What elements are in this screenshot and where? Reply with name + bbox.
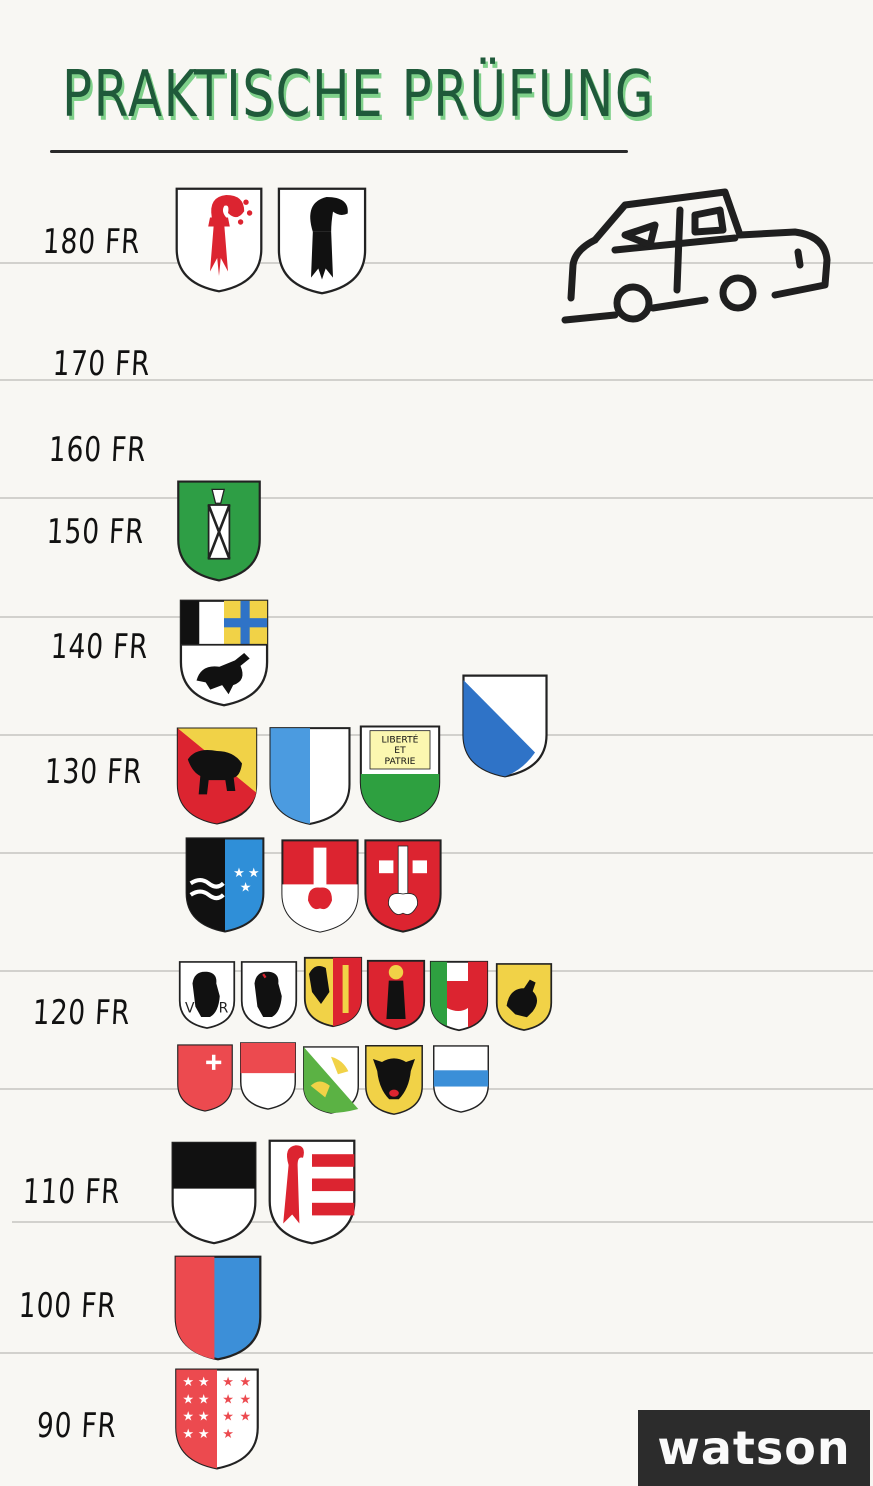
price-label: 170 FR <box>51 344 152 384</box>
svg-text:★: ★ <box>182 1375 194 1390</box>
lucerne-crest <box>269 727 351 825</box>
logo-text: watson <box>657 1421 851 1475</box>
svg-text:★: ★ <box>240 1392 252 1407</box>
svg-text:V: V <box>185 1000 195 1016</box>
svg-text:★: ★ <box>222 1375 234 1390</box>
rule-line <box>12 1221 873 1223</box>
uri-crest <box>365 1045 423 1115</box>
basel-landschaft-crest <box>175 187 263 293</box>
appenzell-innerrhoden-crest <box>240 961 298 1029</box>
svg-text:★: ★ <box>240 1410 252 1425</box>
valais-crest: ★ ★ ★ ★ ★ ★ ★ ★ ★ ★ ★ ★ ★ ★ ★ <box>175 1368 259 1470</box>
st-gallen-crest <box>177 480 261 582</box>
svg-text:★: ★ <box>233 866 245 881</box>
price-label: 110 FR <box>21 1172 122 1212</box>
page-title: PRAKTISCHE PRÜFUNG <box>62 58 656 132</box>
title-underline <box>50 150 628 153</box>
price-label: 100 FR <box>17 1286 118 1326</box>
geneva-crest <box>303 956 363 1028</box>
schwyz-crest <box>177 1044 233 1112</box>
thurgau-crest <box>303 1046 359 1114</box>
ticino-crest <box>429 960 489 1032</box>
price-label: 150 FR <box>45 512 146 552</box>
svg-text:★: ★ <box>198 1392 210 1407</box>
svg-text:ET: ET <box>394 745 406 756</box>
basel-stadt-crest <box>277 187 367 295</box>
watson-logo: watson <box>638 1410 870 1486</box>
price-label: 120 FR <box>31 993 132 1033</box>
svg-text:★: ★ <box>240 881 252 896</box>
zurich-crest <box>462 674 548 778</box>
zug-crest <box>433 1045 489 1113</box>
schaffhausen-crest <box>495 963 553 1031</box>
glarus-crest <box>366 959 426 1031</box>
solothurn-crest <box>240 1042 296 1110</box>
svg-text:LIBERTÉ: LIBERTÉ <box>382 733 419 745</box>
svg-text:★: ★ <box>222 1427 234 1442</box>
car-drawing <box>561 188 831 324</box>
svg-text:★: ★ <box>248 866 260 881</box>
svg-text:★: ★ <box>240 1375 252 1390</box>
svg-text:★: ★ <box>198 1410 210 1425</box>
svg-text:★: ★ <box>198 1375 210 1390</box>
svg-text:★: ★ <box>222 1410 234 1425</box>
svg-text:★: ★ <box>182 1392 194 1407</box>
vaud-crest: LIBERTÉ ET PATRIE <box>359 725 441 823</box>
svg-text:★: ★ <box>182 1410 194 1425</box>
rule-line <box>0 497 873 499</box>
price-label: 90 FR <box>35 1406 118 1446</box>
price-label: 160 FR <box>47 430 148 470</box>
fribourg-crest <box>171 1141 257 1245</box>
aargau-crest: ★ ★ ★ <box>185 837 265 933</box>
bern-crest <box>176 727 258 825</box>
price-label: 130 FR <box>43 752 144 792</box>
price-label: 180 FR <box>41 222 142 262</box>
rule-line <box>0 1352 873 1354</box>
svg-text:★: ★ <box>182 1427 194 1442</box>
jura-crest <box>268 1139 356 1245</box>
svg-text:★: ★ <box>198 1427 210 1442</box>
svg-text:PATRIE: PATRIE <box>385 756 416 767</box>
neuchatel-crest <box>174 1255 262 1361</box>
nidwalden-crest <box>364 839 442 933</box>
graubuenden-crest <box>179 599 269 707</box>
obwalden-crest <box>281 839 359 933</box>
price-label: 140 FR <box>49 627 150 667</box>
rule-line <box>0 616 873 618</box>
appenzell-ausserrhoden-crest: V R <box>178 961 236 1029</box>
svg-text:★: ★ <box>222 1392 234 1407</box>
svg-text:R: R <box>219 1000 229 1016</box>
